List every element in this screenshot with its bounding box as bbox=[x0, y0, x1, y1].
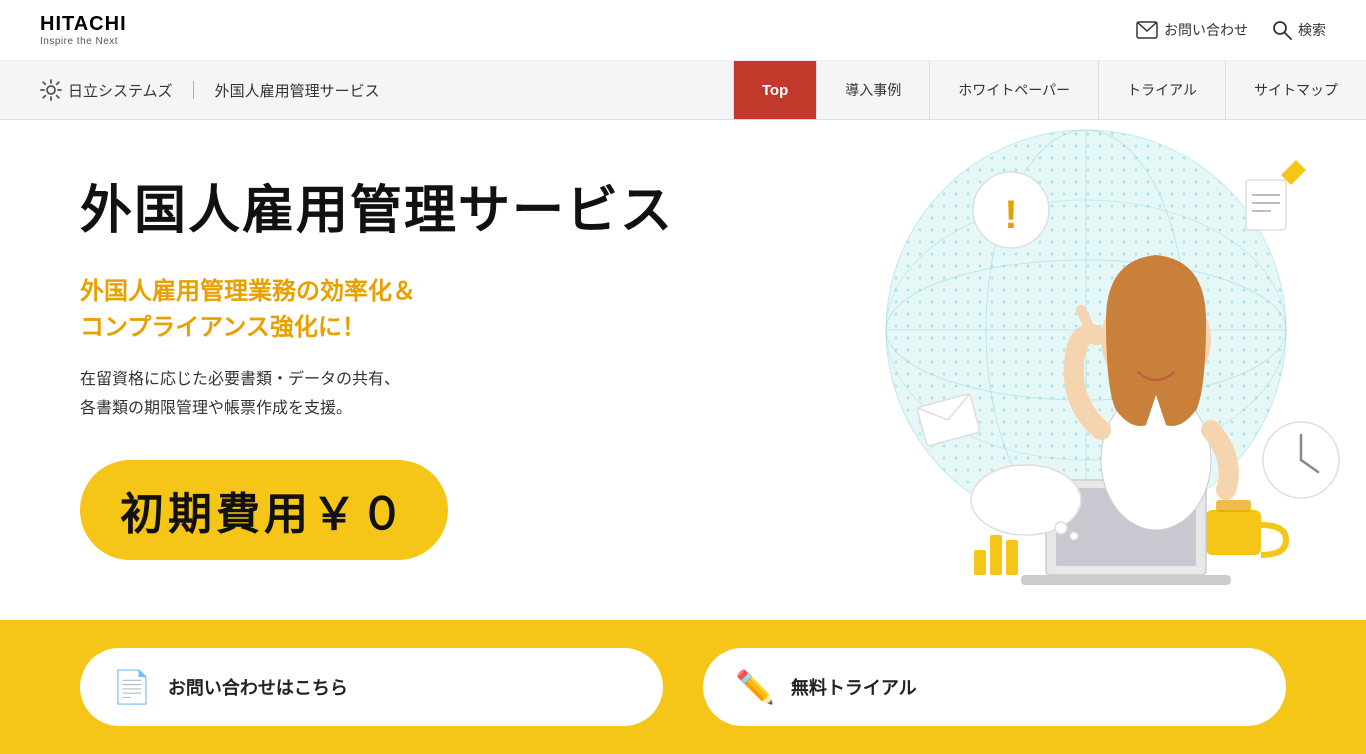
cta-trial-card[interactable]: ✏️ 無料トライアル bbox=[703, 648, 1286, 726]
search-link[interactable]: 検索 bbox=[1272, 20, 1326, 40]
brand-logo-text: 日立システムズ bbox=[68, 80, 173, 101]
header-right: お問い合わせ 検索 bbox=[1136, 20, 1326, 40]
hero-section: 外国人雇用管理サービス 外国人雇用管理業務の効率化＆ コンプライアンス強化に！ … bbox=[0, 120, 1366, 620]
hero-illustration: ! bbox=[726, 120, 1366, 620]
hero-subtitle-line1: 外国人雇用管理業務の効率化＆ bbox=[80, 278, 416, 305]
hero-subtitle-line2: コンプライアンス強化に！ bbox=[80, 314, 366, 341]
nav-top[interactable]: Top bbox=[733, 61, 816, 119]
logo-area: HITACHI Inspire the Next bbox=[40, 12, 127, 48]
nav-bar: 日立システムズ ｜ 外国人雇用管理サービス Top 導入事例 ホワイトペーパー … bbox=[0, 61, 1366, 120]
nav-whitepaper[interactable]: ホワイトペーパー bbox=[929, 61, 1098, 119]
nav-brand: 日立システムズ ｜ 外国人雇用管理サービス bbox=[40, 61, 404, 119]
hero-content: 外国人雇用管理サービス 外国人雇用管理業務の効率化＆ コンプライアンス強化に！ … bbox=[80, 180, 740, 560]
cta-contact-text: お問い合わせはこちら bbox=[168, 674, 348, 700]
nav-links: Top 導入事例 ホワイトペーパー トライアル サイトマップ bbox=[733, 61, 1366, 119]
contact-label: お問い合わせ bbox=[1164, 20, 1248, 40]
brand-logo-group: 日立システムズ bbox=[40, 79, 173, 101]
hero-subtitle: 外国人雇用管理業務の効率化＆ コンプライアンス強化に！ bbox=[80, 274, 740, 346]
hitachi-logo: HITACHI Inspire the Next bbox=[40, 12, 127, 48]
search-label: 検索 bbox=[1298, 20, 1326, 40]
hero-illustration-svg: ! bbox=[726, 120, 1366, 620]
cta-contact-icon: 📄 bbox=[112, 668, 152, 706]
hero-title: 外国人雇用管理サービス bbox=[80, 180, 740, 242]
svg-text:!: ! bbox=[1004, 193, 1017, 237]
contact-link[interactable]: お問い合わせ bbox=[1136, 20, 1248, 40]
top-header: HITACHI Inspire the Next お問い合わせ 検索 bbox=[0, 0, 1366, 61]
hero-desc-line1: 在留資格に応じた必要書類・データの共有、 bbox=[80, 371, 400, 388]
cta-section: 📄 お問い合わせはこちら ✏️ 無料トライアル bbox=[0, 620, 1366, 754]
mail-icon bbox=[1136, 21, 1158, 39]
hitachi-tagline: Inspire the Next bbox=[40, 36, 127, 48]
hero-desc-line2: 各書類の期限管理や帳票作成を支援。 bbox=[80, 400, 352, 417]
hero-badge: 初期費用￥０ bbox=[80, 460, 448, 560]
cta-trial-icon: ✏️ bbox=[735, 668, 775, 706]
brand-service-name: 外国人雇用管理サービス bbox=[215, 80, 380, 101]
gear-icon bbox=[40, 79, 62, 101]
nav-cases[interactable]: 導入事例 bbox=[816, 61, 929, 119]
hero-desc: 在留資格に応じた必要書類・データの共有、 各書類の期限管理や帳票作成を支援。 bbox=[80, 366, 740, 424]
cta-contact-card[interactable]: 📄 お問い合わせはこちら bbox=[80, 648, 663, 726]
search-icon bbox=[1272, 20, 1292, 40]
cta-trial-text: 無料トライアル bbox=[791, 674, 917, 700]
nav-sep: ｜ bbox=[185, 77, 203, 103]
nav-trial[interactable]: トライアル bbox=[1098, 61, 1225, 119]
nav-sitemap[interactable]: サイトマップ bbox=[1225, 61, 1366, 119]
